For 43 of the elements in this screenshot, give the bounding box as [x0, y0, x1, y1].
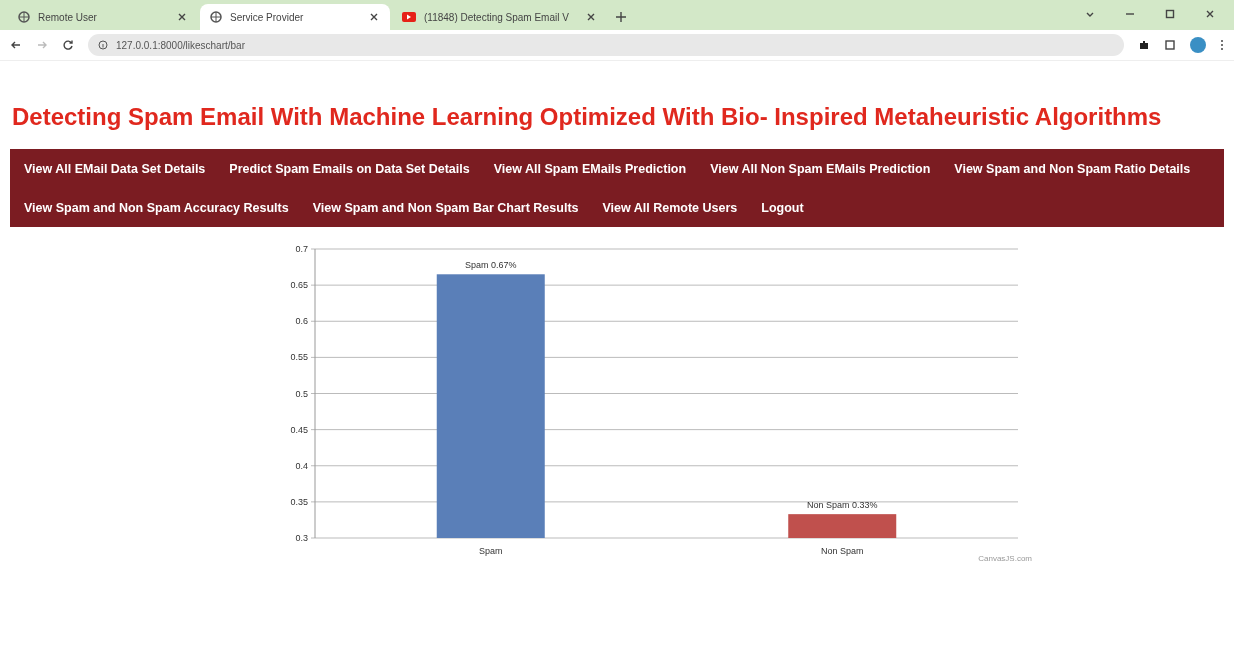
sidebar-icon[interactable]: [1164, 39, 1176, 51]
browser-tab[interactable]: (11848) Detecting Spam Email V: [392, 4, 607, 30]
axis-tick-label: 0.55: [290, 352, 308, 363]
nav-link[interactable]: Predict Spam Emails on Data Set Details: [217, 149, 482, 188]
axis-tick-label: 0.35: [290, 496, 308, 507]
axis-tick-label: 0.7: [295, 244, 308, 254]
new-tab-icon[interactable]: [615, 11, 627, 23]
nav-link[interactable]: View Spam and Non Spam Bar Chart Results: [300, 188, 591, 227]
axis-tick-label: 0.4: [295, 460, 308, 471]
menu-icon[interactable]: [1220, 39, 1224, 51]
browser-tab[interactable]: Service Provider: [200, 4, 390, 30]
close-icon[interactable]: [585, 11, 597, 23]
nav-link[interactable]: View All Spam EMails Prediction: [481, 149, 699, 188]
info-icon: [98, 40, 108, 50]
video-icon: [402, 12, 416, 22]
reload-icon[interactable]: [62, 39, 74, 51]
category-label: Spam: [479, 546, 503, 556]
category-label: Non Spam: [821, 546, 864, 556]
globe-icon: [18, 11, 30, 23]
nav-link[interactable]: View Spam and Non Spam Ratio Details: [942, 149, 1203, 188]
close-icon[interactable]: [176, 11, 188, 23]
browser-tab[interactable]: Remote User: [8, 4, 198, 30]
nav-link[interactable]: Logout: [749, 188, 816, 227]
globe-icon: [210, 11, 222, 23]
axis-tick-label: 0.45: [290, 424, 308, 435]
nav-link[interactable]: View All Non Spam EMails Prediction: [698, 149, 943, 188]
axis-tick-label: 0.65: [290, 280, 308, 291]
close-icon[interactable]: [1204, 8, 1216, 20]
nav-link[interactable]: View Spam and Non Spam Accuracy Results: [12, 188, 301, 227]
bar-value-label: Spam 0.67%: [465, 260, 517, 271]
chart-credit: CanvasJS.com: [978, 554, 1032, 563]
axis-tick-label: 0.5: [295, 388, 308, 399]
maximize-icon[interactable]: [1164, 8, 1176, 20]
axis-tick-label: 0.3: [295, 533, 308, 543]
address-bar[interactable]: 127.0.0.1:8000/likeschart/bar: [88, 34, 1124, 56]
close-icon[interactable]: [368, 11, 380, 23]
nav-link[interactable]: View All EMail Data Set Details: [12, 149, 218, 188]
nav-link[interactable]: View All Remote Users: [590, 188, 750, 227]
avatar-icon[interactable]: [1190, 37, 1206, 53]
page-title: Detecting Spam Email With Machine Learning Optimized With Bio- Inspired Metaheuristic Algorithms: [12, 102, 1163, 132]
back-icon[interactable]: [10, 39, 22, 51]
axis-tick-label: 0.6: [295, 316, 308, 327]
bar-value-label: Non Spam 0.33%: [807, 500, 878, 511]
